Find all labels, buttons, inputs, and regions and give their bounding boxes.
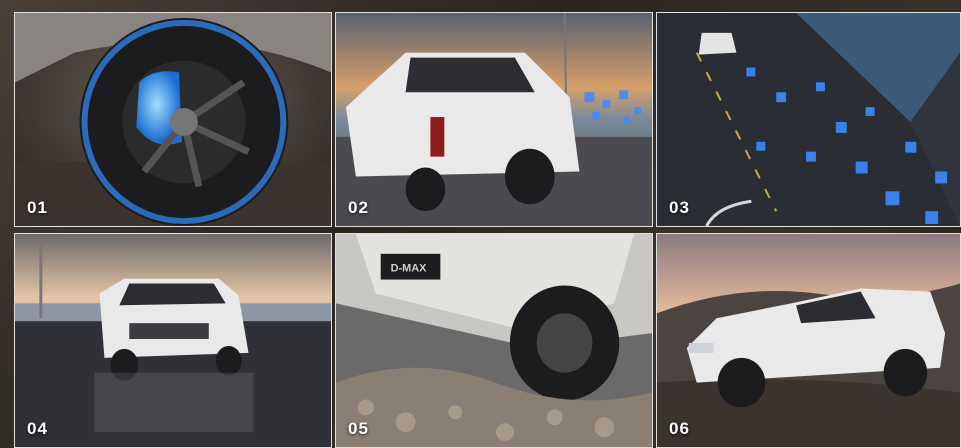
tile-number: 01 (27, 198, 48, 217)
sensor-road-image (657, 13, 960, 226)
rocky-terrain-image: D-MAX (336, 234, 652, 447)
rear-view-image (336, 13, 652, 226)
photo-tile-03[interactable]: 03 (656, 12, 961, 227)
side-view-image (657, 234, 960, 447)
photo-tile-04[interactable]: 04 (14, 233, 332, 448)
tile-number: 06 (669, 419, 690, 438)
wheel-image (15, 13, 331, 226)
photo-tile-05[interactable]: D-MAX 05 (335, 233, 653, 448)
tile-number: 05 (348, 419, 369, 438)
front-view-image (15, 234, 331, 447)
tile-number: 02 (348, 198, 369, 217)
photo-tile-01[interactable]: 01 (14, 12, 332, 227)
tile-number: 03 (669, 198, 690, 217)
photo-tile-06[interactable]: 06 (656, 233, 961, 448)
tile-number: 04 (27, 419, 48, 438)
photo-grid: 01 02 03 04 D-MAX 05 06 (14, 12, 961, 448)
dmax-badge: D-MAX (391, 263, 428, 275)
photo-tile-02[interactable]: 02 (335, 12, 653, 227)
